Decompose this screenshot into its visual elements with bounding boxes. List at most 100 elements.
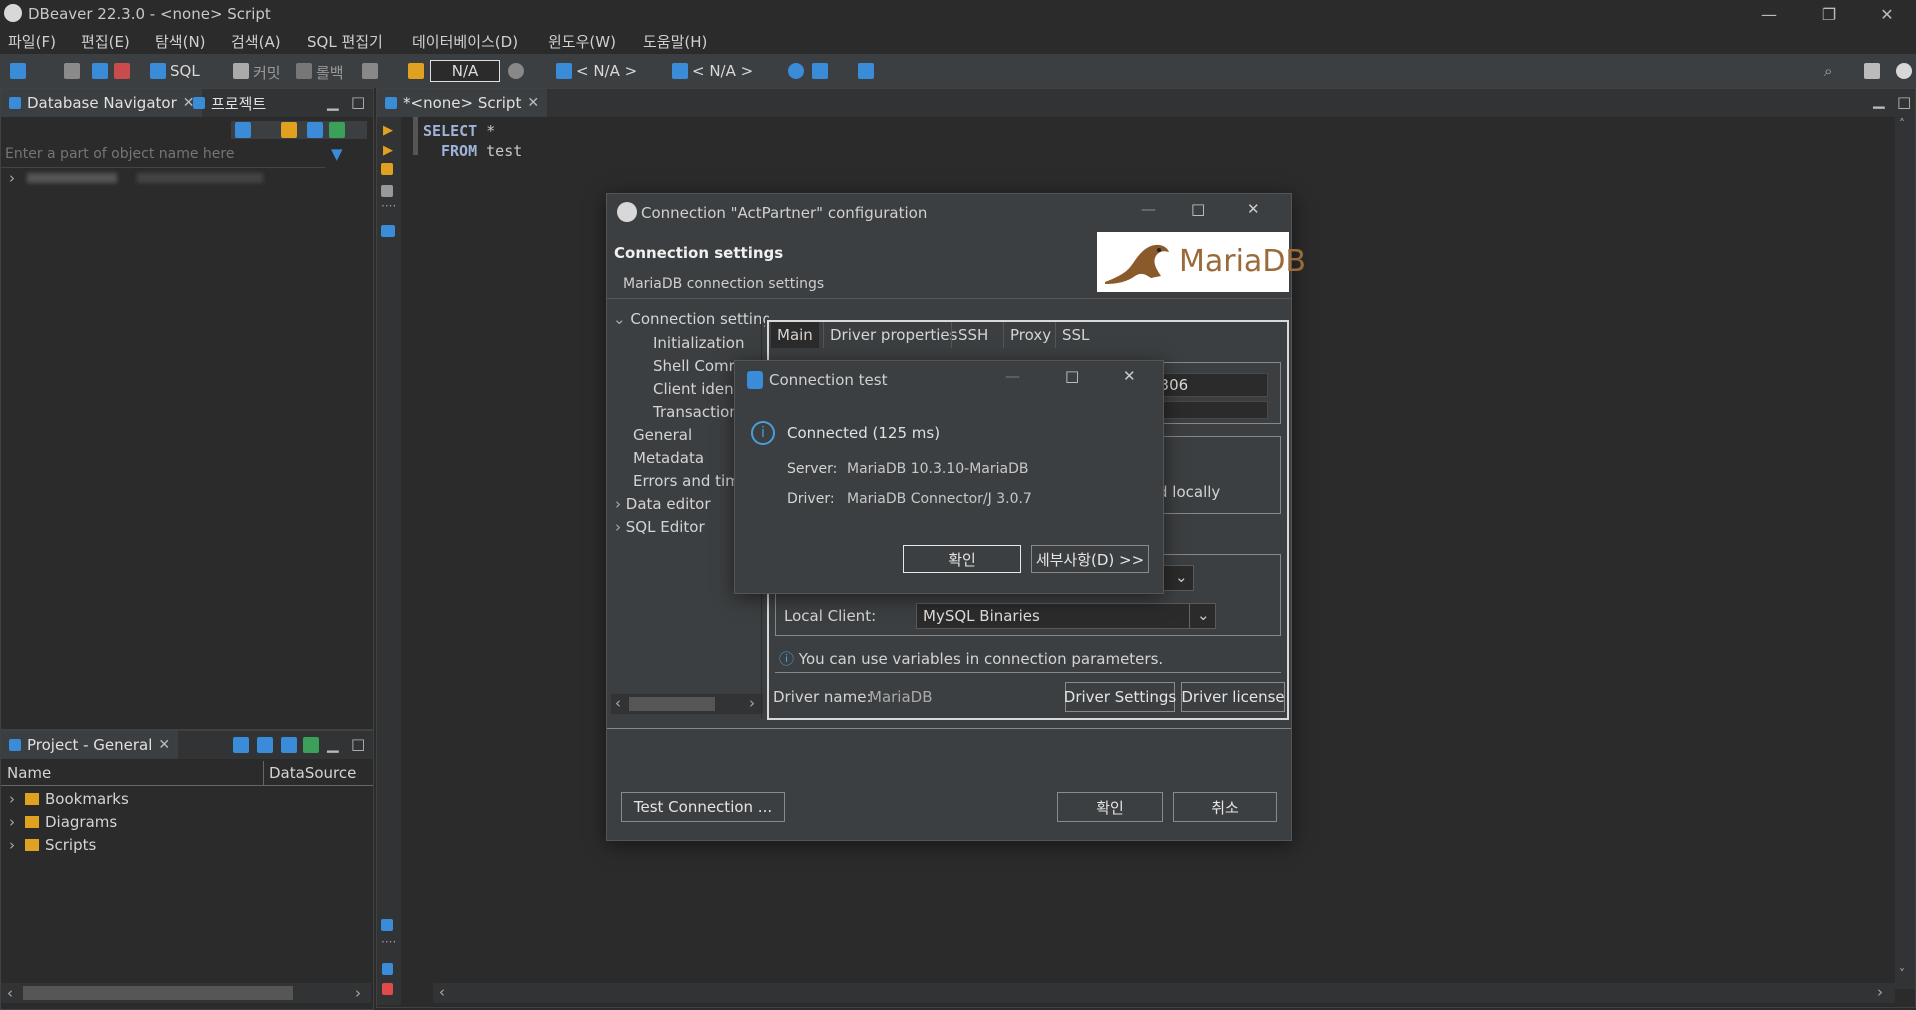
minimize-button[interactable]: —	[1005, 367, 1020, 385]
details-button[interactable]: 세부사항(D) >>	[1031, 545, 1149, 573]
dbeaver-perspective-icon[interactable]	[1896, 63, 1912, 79]
tab-driver-properties[interactable]: Driver properties	[823, 322, 964, 348]
connect-icon[interactable]	[92, 63, 108, 79]
terminal-icon[interactable]	[381, 225, 395, 237]
disconnect-icon[interactable]	[114, 63, 130, 79]
link-icon[interactable]	[303, 737, 319, 753]
new-connection-icon[interactable]	[235, 122, 251, 138]
menu-search[interactable]: 검색(A)	[231, 31, 281, 52]
tree-item-client-identification[interactable]: Client identi	[653, 380, 744, 398]
scroll-up-icon[interactable]: ˄	[1899, 117, 1905, 131]
scrollbar-thumb[interactable]	[23, 986, 293, 1000]
ok-button[interactable]: 확인	[903, 545, 1021, 573]
column-name[interactable]: Name	[7, 764, 51, 782]
tab-ssh[interactable]: SSH	[951, 322, 994, 348]
maximize-panel-icon[interactable]: □	[351, 735, 365, 753]
minimize-button[interactable]: —	[1740, 0, 1798, 28]
execute-script-icon[interactable]	[381, 163, 393, 175]
tree-item-general[interactable]: General	[633, 426, 692, 444]
explain-plan-icon[interactable]	[381, 185, 393, 197]
code-line-2[interactable]: FROM test	[441, 142, 522, 160]
perspective-icon[interactable]	[1864, 63, 1880, 79]
rollback-button[interactable]: 롤백	[316, 62, 344, 83]
active-schema-selector[interactable]: < N/A >	[692, 62, 753, 80]
tab-main[interactable]: Main	[771, 322, 819, 348]
tab-proxy[interactable]: Proxy	[1003, 322, 1057, 348]
close-button[interactable]: ✕	[1247, 200, 1260, 218]
search-icon[interactable]: ⌕	[1824, 62, 1832, 80]
tree-item-connection-settings[interactable]: ⌄ Connection settings	[613, 310, 769, 328]
history-icon[interactable]	[508, 63, 524, 79]
maximize-panel-icon[interactable]: □	[351, 93, 365, 111]
collapse-all-icon[interactable]	[307, 122, 323, 138]
problems-icon[interactable]	[382, 983, 393, 995]
tree-item-errors-and-timeouts[interactable]: Errors and time	[633, 472, 749, 490]
search-tool-icon[interactable]	[858, 63, 874, 79]
driver-settings-button[interactable]: Driver Settings	[1064, 682, 1176, 712]
transaction-mode-field[interactable]: N/A	[430, 60, 500, 82]
navigator-filter-input[interactable]	[3, 143, 321, 165]
expand-icon[interactable]: ›	[9, 836, 15, 854]
minimize-editor-icon[interactable]: ▁	[1873, 91, 1885, 109]
plug-icon[interactable]	[64, 63, 80, 79]
menu-file[interactable]: 파일(F)	[8, 31, 56, 52]
scroll-right-icon[interactable]: ›	[749, 694, 755, 712]
tab-projects[interactable]: 프로젝트	[185, 89, 274, 117]
tab-project-general[interactable]: Project - General ✕	[1, 731, 179, 759]
expand-icon[interactable]: ›	[9, 790, 15, 808]
more-icon[interactable]: ····	[381, 199, 396, 213]
close-button[interactable]: ✕	[1123, 367, 1136, 385]
cancel-button[interactable]: 취소	[1173, 792, 1277, 822]
column-datasource[interactable]: DataSource	[269, 764, 356, 782]
scrollbar-thumb[interactable]	[629, 697, 715, 711]
menu-navigate[interactable]: 탐색(N)	[155, 31, 206, 52]
minimize-panel-icon[interactable]: ▁	[327, 735, 339, 753]
scroll-right-icon[interactable]: ›	[355, 984, 361, 1002]
horizontal-scrollbar[interactable]: ‹ ›	[1, 983, 371, 1003]
minimize-panel-icon[interactable]: ▁	[327, 93, 339, 111]
cloud-icon[interactable]	[788, 63, 804, 79]
vertical-scrollbar[interactable]: ˄ ˅	[1895, 117, 1915, 989]
driver-license-button[interactable]: Driver license	[1181, 682, 1285, 712]
tree-item-shell-commands[interactable]: Shell Comm	[653, 357, 743, 375]
scroll-left-icon[interactable]: ‹	[439, 983, 445, 1001]
link-editor-icon[interactable]	[329, 122, 345, 138]
close-icon[interactable]: ✕	[158, 737, 170, 753]
filter-icon[interactable]: ▼	[331, 145, 343, 163]
maximize-button[interactable]: □	[1065, 367, 1079, 385]
menu-edit[interactable]: 편집(E)	[81, 31, 130, 52]
commit-icon[interactable]	[233, 63, 249, 79]
tab-database-navigator[interactable]: Database Navigator ✕	[1, 89, 203, 117]
code-line-1[interactable]: SELECT *	[423, 122, 495, 140]
ok-button[interactable]: 확인	[1057, 792, 1163, 822]
menu-sql-editor[interactable]: SQL 편집기	[307, 31, 383, 52]
scroll-down-icon[interactable]: ˅	[1899, 967, 1905, 981]
scroll-left-icon[interactable]: ‹	[615, 694, 621, 712]
expand-icon[interactable]: ›	[9, 813, 15, 831]
minimize-button[interactable]: —	[1141, 200, 1156, 218]
list-item[interactable]: › Scripts	[1, 835, 373, 857]
local-client-select[interactable]: MySQL Binaries ⌄	[916, 603, 1216, 629]
menu-help[interactable]: 도움말(H)	[643, 31, 707, 52]
test-connection-button[interactable]: Test Connection ...	[621, 792, 785, 822]
sql-editor-icon[interactable]	[150, 63, 166, 79]
restore-button[interactable]: ❐	[1800, 0, 1858, 28]
tab-ssl[interactable]: SSL	[1055, 322, 1095, 348]
tree-item-sql-editor[interactable]: › SQL Editor	[615, 518, 705, 536]
active-datasource-selector[interactable]: < N/A >	[576, 62, 637, 80]
tree-item-data-editor[interactable]: › Data editor	[615, 495, 711, 513]
save-icon[interactable]	[812, 63, 828, 79]
commit-button[interactable]: 커밋	[253, 62, 281, 83]
scroll-left-icon[interactable]: ‹	[7, 984, 13, 1002]
sql-button[interactable]: SQL	[170, 62, 200, 80]
rollback-icon[interactable]	[296, 63, 312, 79]
configure-icon[interactable]	[233, 737, 249, 753]
horizontal-scrollbar[interactable]: ‹ ›	[611, 694, 763, 714]
horizontal-scrollbar[interactable]: ‹ ›	[433, 983, 1895, 1003]
connection-name-redacted[interactable]	[27, 173, 117, 183]
outline-icon[interactable]	[382, 963, 393, 975]
list-item[interactable]: › Bookmarks	[1, 789, 373, 811]
tree-item-metadata[interactable]: Metadata	[633, 449, 704, 467]
maximize-editor-icon[interactable]: □	[1897, 93, 1911, 111]
expand-icon[interactable]: ›	[9, 169, 15, 187]
